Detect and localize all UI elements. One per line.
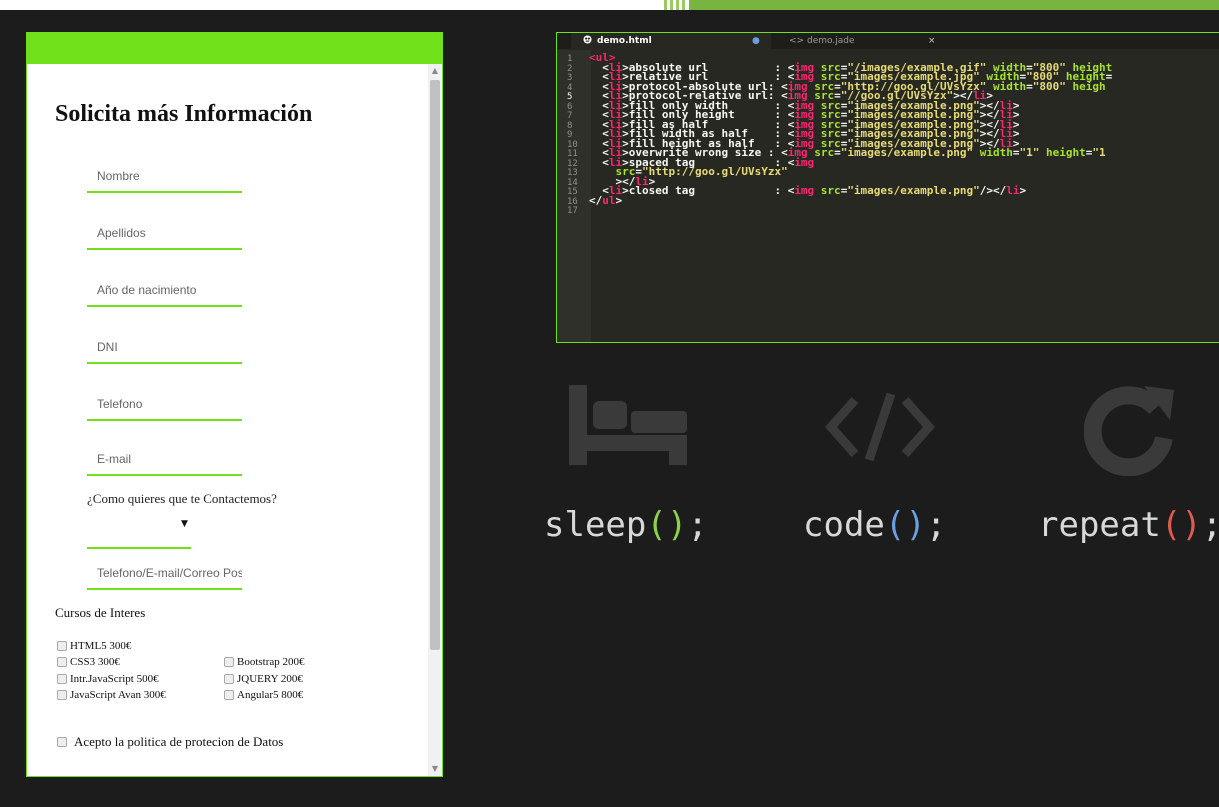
scroll-down-icon[interactable]: ▼ [428,762,442,776]
scroll-up-icon[interactable]: ▲ [428,64,442,78]
motto-sleep: sleep(); [544,505,708,545]
top-accent-bar [689,0,1219,10]
course-label: HTML5 300€ [70,640,132,652]
course-css3[interactable]: CSS3 300€ [57,656,120,668]
motto-word: sleep [544,505,647,545]
checkbox[interactable] [224,657,234,667]
code-line: 17 [557,205,1112,215]
checkbox[interactable] [57,690,67,700]
modified-dot-icon[interactable]: ● [752,33,760,49]
course-html5[interactable]: HTML5 300€ [57,640,131,652]
motto-code: code(); [803,505,946,545]
motto-repeat: repeat(); [1038,505,1219,545]
checkbox[interactable] [57,641,67,651]
info-request-form: Solicita más Información ¿Como quieres q… [26,32,443,777]
code-line: 16 </ul> [557,195,1112,207]
course-jquery[interactable]: JQUERY 200€ [224,673,303,685]
checkbox[interactable] [224,690,234,700]
nombre-input[interactable] [87,161,242,191]
course-label: Angular5 800€ [237,689,304,701]
motto-word: repeat [1038,505,1161,545]
course-angular[interactable]: Angular5 800€ [224,689,303,701]
email-field[interactable] [87,444,242,476]
scroll-thumb[interactable] [430,80,440,650]
motto-paren: () [646,505,688,545]
course-label: Intr.JavaScript 500€ [70,673,159,685]
course-label: CSS3 300€ [70,656,120,668]
motto-semicolon: ; [925,505,947,545]
courses-title: Cursos de Interes [55,605,146,620]
contact-detail-input[interactable] [87,558,242,588]
top-strip [0,0,1219,10]
birth-year-field[interactable] [87,275,242,307]
checkbox[interactable] [57,657,67,667]
email-input[interactable] [87,444,242,474]
form-header-bar [27,33,442,64]
dni-input[interactable] [87,332,242,362]
tab-demo-jade[interactable]: <> demo.jade × [771,33,961,49]
html5-file-icon [583,33,592,49]
nombre-field[interactable] [87,161,242,193]
privacy-label: Acepto la politica de protecion de Datos [74,734,284,749]
course-label: JQUERY 200€ [237,673,303,685]
apellidos-field[interactable] [87,218,242,250]
course-js-avanzado[interactable]: JavaScript Avan 300€ [57,689,166,701]
code-area[interactable]: 1 <ul> 2 <li>absolute url : <img src="/ima… [557,52,1112,216]
code-icon [824,392,936,467]
contact-method-select[interactable]: ▼ [87,511,191,549]
course-label: JavaScript Avan 300€ [70,689,166,701]
tab-demo-html[interactable]: demo.html ● [571,33,771,49]
motto-semicolon: ; [1202,505,1219,545]
editor-tab-bar: demo.html ● <> demo.jade × [557,33,1219,49]
line-number: 17 [567,206,578,216]
code-brackets-icon: <> [789,36,805,46]
form-scrollbar[interactable]: ▲ ▼ [428,64,442,776]
telefono-input[interactable] [87,389,242,419]
code-editor: demo.html ● <> demo.jade × 1 <ul> 2 <li>ab… [556,32,1219,343]
checkbox[interactable] [224,674,234,684]
course-label: Bootstrap 200€ [237,656,305,668]
contact-question-label: ¿Como quieres que te Contactemos? [87,491,277,506]
telefono-field[interactable] [87,389,242,421]
refresh-icon [1083,386,1174,481]
motto-semicolon: ; [687,505,708,545]
tab-label: demo.jade [807,36,855,46]
top-accent-bars [664,0,686,10]
tab-label: demo.html [597,36,652,46]
dni-field[interactable] [87,332,242,364]
bed-icon [569,385,687,470]
code-line: 15 <li>closed tag : <img src="images/exa… [557,185,1112,197]
motto-word: code [803,505,885,545]
course-bootstrap[interactable]: Bootstrap 200€ [224,656,305,668]
apellidos-input[interactable] [87,218,242,248]
checkbox[interactable] [57,737,67,747]
form-title: Solicita más Información [55,101,313,127]
contact-detail-field[interactable] [87,558,242,590]
motto-paren: () [884,505,926,545]
course-intro-js[interactable]: Intr.JavaScript 500€ [57,673,159,685]
birth-year-input[interactable] [87,275,242,305]
chevron-down-icon: ▼ [181,519,188,529]
privacy-consent[interactable]: Acepto la politica de protecion de Datos [57,734,283,750]
checkbox[interactable] [57,674,67,684]
close-icon[interactable]: × [928,33,936,49]
motto-paren: () [1160,505,1202,545]
